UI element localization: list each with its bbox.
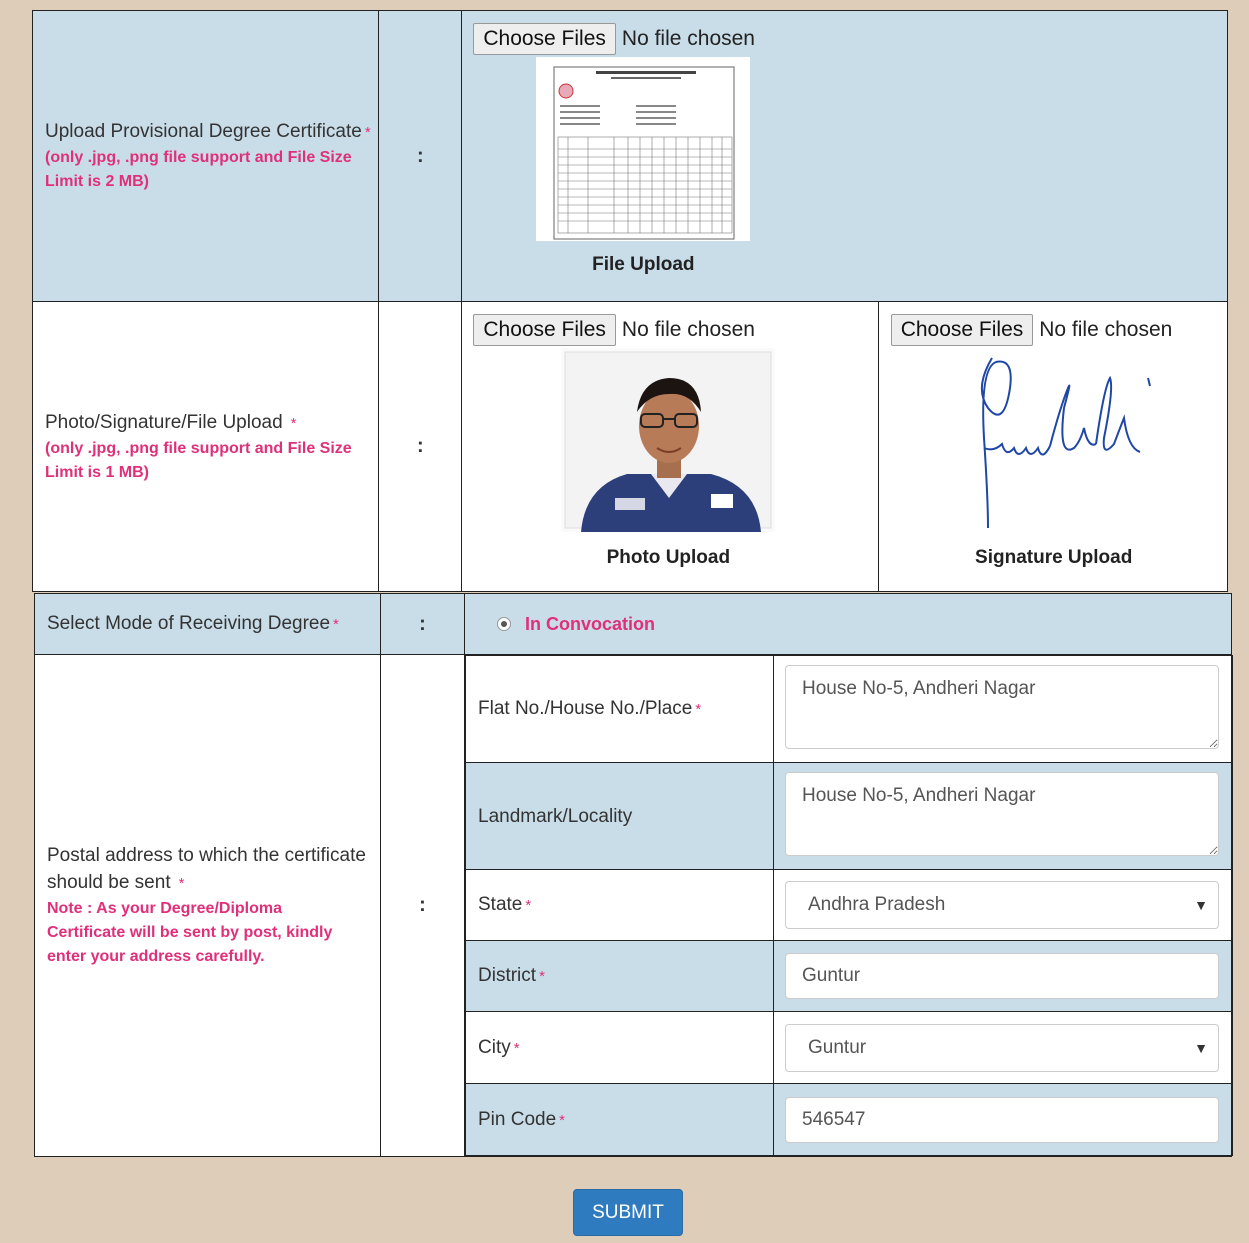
address-section: Select Mode of Receiving Degree * : In Co… (34, 593, 1233, 1157)
degree-cert-row: Upload Provisional Degree Certificate * (… (31, 10, 1228, 302)
colon: : (380, 654, 465, 1157)
signature-file-input[interactable]: Choose Files No file chosen (890, 314, 1227, 346)
file-upload-caption: File Upload (592, 254, 695, 275)
colon: : (378, 301, 463, 592)
colon: : (378, 10, 463, 302)
district-label: District (478, 965, 537, 986)
landmark-row: Landmark/Locality House No-5, Andheri Na… (465, 762, 1233, 870)
choose-files-button[interactable]: Choose Files (473, 23, 616, 55)
state-select[interactable]: Andhra Pradesh ▼ (785, 881, 1219, 929)
state-value: Andhra Pradesh (808, 894, 946, 915)
photo-sign-row: Photo/Signature/File Upload * (only .jpg,… (31, 301, 1229, 592)
certificate-preview-image (536, 57, 751, 241)
radio-button[interactable] (497, 617, 511, 631)
degree-cert-label: Upload Provisional Degree Certificate (45, 121, 362, 142)
degree-file-input[interactable]: Choose Files No file chosen (473, 23, 1227, 55)
convocation-option[interactable]: In Convocation (497, 612, 1231, 636)
city-select[interactable]: Guntur ▼ (785, 1023, 1219, 1072)
upload-section: Upload Provisional Degree Certificate * (… (31, 10, 1229, 592)
required-mark: * (695, 701, 702, 718)
signature-preview-image (980, 357, 1151, 529)
required-mark: * (178, 875, 185, 892)
landmark-textarea[interactable]: House No-5, Andheri Nagar (785, 771, 1219, 856)
mode-label: Select Mode of Receiving Degree (47, 613, 331, 634)
city-row: City * Guntur ▼ (465, 1011, 1233, 1084)
dropdown-arrow-icon: ▼ (1194, 1039, 1208, 1056)
address-note: Note : As your Degree/Diploma Certificat… (47, 900, 333, 965)
state-row: State * Andhra Pradesh ▼ (465, 869, 1233, 941)
photo-sign-note: (only .jpg, .png file support and File S… (45, 439, 352, 481)
required-mark: * (525, 897, 532, 914)
photo-preview-image (561, 348, 776, 532)
pincode-label: Pin Code (478, 1108, 557, 1130)
no-file-text: No file chosen (621, 27, 755, 50)
mode-row: Select Mode of Receiving Degree * : In Co… (34, 593, 1232, 655)
submit-button[interactable]: SUBMIT (573, 1189, 683, 1236)
district-input[interactable] (785, 953, 1219, 999)
required-mark: * (364, 124, 371, 141)
convocation-label: In Convocation (525, 614, 655, 634)
required-mark: * (539, 968, 545, 985)
required-mark: * (559, 1111, 566, 1129)
photo-upload-caption: Photo Upload (606, 547, 731, 568)
no-file-text: No file chosen (621, 318, 755, 341)
address-label: Postal address to which the certificate … (47, 845, 366, 893)
state-label: State (478, 894, 523, 915)
dropdown-arrow-icon: ▼ (1194, 897, 1208, 913)
photo-file-input[interactable]: Choose Files No file chosen (473, 314, 877, 346)
pincode-row: Pin Code * (465, 1083, 1233, 1156)
city-value: Guntur (808, 1036, 867, 1058)
required-mark: * (513, 1039, 520, 1057)
no-file-text: No file chosen (1039, 318, 1173, 341)
required-mark: * (290, 414, 297, 432)
city-label: City (478, 1036, 511, 1058)
signature-upload-caption: Signature Upload (975, 547, 1133, 568)
choose-files-button[interactable]: Choose Files (473, 314, 616, 346)
choose-files-button[interactable]: Choose Files (890, 314, 1034, 346)
flat-textarea[interactable]: House No-5, Andheri Nagar (785, 664, 1219, 749)
district-row: District * (465, 940, 1233, 1012)
pincode-input[interactable] (785, 1096, 1219, 1143)
flat-row: Flat No./House No./Place * House No-5, An… (465, 655, 1233, 763)
flat-label: Flat No./House No./Place (478, 698, 693, 719)
address-row: Postal address to which the certificate … (34, 654, 1233, 1157)
landmark-label: Landmark/Locality (478, 805, 633, 827)
degree-cert-note: (only .jpg, .png file support and File S… (45, 149, 352, 190)
colon: : (380, 593, 465, 655)
required-mark: * (333, 616, 339, 633)
photo-sign-label: Photo/Signature/File Upload (45, 411, 283, 433)
